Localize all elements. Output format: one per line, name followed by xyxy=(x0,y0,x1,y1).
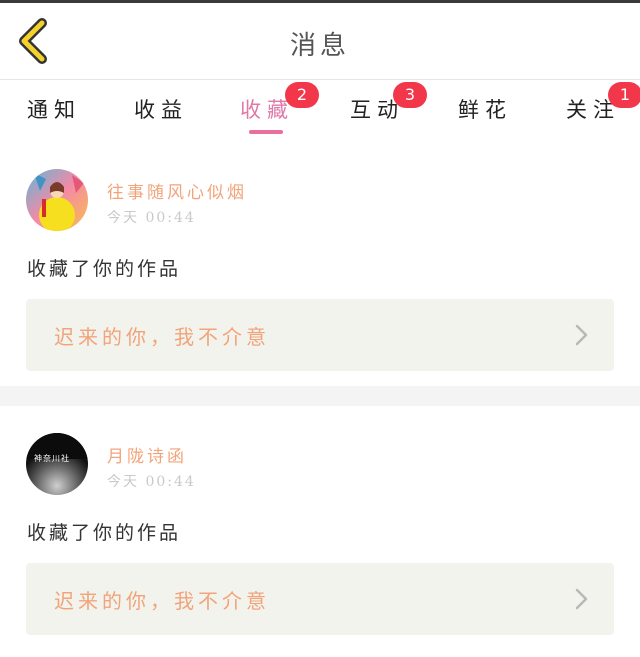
tab-label: 收益 xyxy=(134,98,188,122)
message-card: 往事随风心似烟 今天 00:44 收藏了你的作品 迟来的你，我不介意 xyxy=(0,140,640,386)
work-title: 迟来的你，我不介意 xyxy=(54,325,270,349)
unread-badge: 2 xyxy=(285,82,319,108)
chevron-right-icon xyxy=(575,588,588,610)
unread-badge: 1 xyxy=(608,82,640,108)
username-link[interactable]: 往事随风心似烟 xyxy=(107,178,247,203)
tab-label: 通知 xyxy=(27,98,81,122)
action-text: 收藏了你的作品 xyxy=(27,522,182,544)
page-title: 消息 xyxy=(289,31,350,61)
avatar[interactable] xyxy=(26,169,88,231)
work-preview-link[interactable]: 迟来的你，我不介意 xyxy=(26,563,614,635)
work-title: 迟来的你，我不介意 xyxy=(54,589,270,613)
tab-interactions[interactable]: 互动 3 xyxy=(350,82,427,134)
timestamp: 今天 00:44 xyxy=(107,210,196,226)
tab-flowers[interactable]: 鲜花 xyxy=(458,94,512,134)
tab-favorites[interactable]: 收藏 2 xyxy=(240,82,319,134)
tab-notifications[interactable]: 通知 xyxy=(27,94,81,134)
action-text: 收藏了你的作品 xyxy=(27,258,182,280)
tab-bar: 通知 收益 收藏 2 互动 3 鲜花 关注 1 xyxy=(0,80,640,138)
tab-earnings[interactable]: 收益 xyxy=(134,94,188,134)
chevron-right-icon xyxy=(575,324,588,346)
username-link[interactable]: 月陇诗函 xyxy=(107,442,187,467)
work-preview-link[interactable]: 迟来的你，我不介意 xyxy=(26,299,614,371)
active-tab-indicator xyxy=(249,130,283,134)
tab-following[interactable]: 关注 1 xyxy=(566,82,640,134)
timestamp: 今天 00:44 xyxy=(107,474,196,490)
unread-badge: 3 xyxy=(393,82,427,108)
avatar-text: 神奈川社 xyxy=(34,454,70,463)
message-card: 神奈川社 月陇诗函 今天 00:44 收藏了你的作品 迟来的你，我不介意 xyxy=(0,406,640,657)
tab-label: 鲜花 xyxy=(458,98,512,122)
avatar-image-icon xyxy=(26,433,88,495)
avatar-image-icon xyxy=(26,169,88,231)
header-bar: 消息 xyxy=(0,3,640,80)
card-divider xyxy=(0,386,640,406)
messages-screen: 消息 通知 收益 收藏 2 互动 3 鲜花 关注 1 往事随风心似烟 今天 00… xyxy=(0,0,640,657)
avatar[interactable]: 神奈川社 xyxy=(26,433,88,495)
